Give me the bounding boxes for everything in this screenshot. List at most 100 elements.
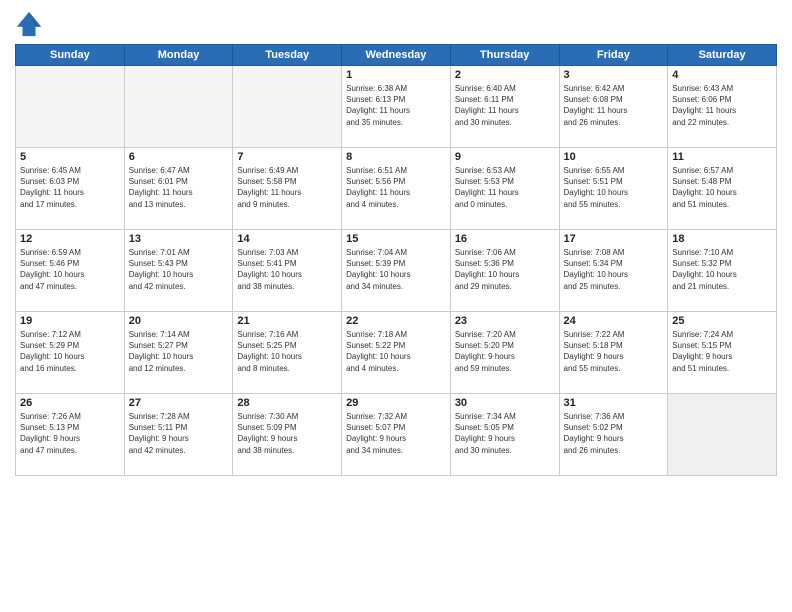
day-info: Sunrise: 6:38 AM Sunset: 6:13 PM Dayligh… [346,83,446,128]
calendar-cell: 28 Sunrise: 7:30 AM Sunset: 5:09 PM Dayli… [233,394,342,476]
calendar-cell: 13 Sunrise: 7:01 AM Sunset: 5:43 PM Dayli… [124,230,233,312]
day-number: 22 [346,315,446,327]
day-info: Sunrise: 6:47 AM Sunset: 6:01 PM Dayligh… [129,165,229,210]
col-header-thursday: Thursday [450,45,559,66]
day-number: 23 [455,315,555,327]
col-header-tuesday: Tuesday [233,45,342,66]
col-header-wednesday: Wednesday [342,45,451,66]
day-number: 10 [564,151,664,163]
day-number: 14 [237,233,337,245]
calendar-cell: 3Sunrise: 6:42 AM Sunset: 6:08 PM Daylig… [559,66,668,148]
day-info: Sunrise: 7:36 AM Sunset: 5:02 PM Dayligh… [564,411,664,456]
day-info: Sunrise: 7:28 AM Sunset: 5:11 PM Dayligh… [129,411,229,456]
day-number: 19 [20,315,120,327]
day-number: 1 [346,69,446,81]
logo-icon [15,10,43,38]
header-row: SundayMondayTuesdayWednesdayThursdayFrid… [16,45,777,66]
calendar-cell [124,66,233,148]
day-number: 27 [129,397,229,409]
day-number: 8 [346,151,446,163]
calendar-cell: 14 Sunrise: 7:03 AM Sunset: 5:41 PM Dayli… [233,230,342,312]
calendar-cell: 19 Sunrise: 7:12 AM Sunset: 5:29 PM Dayli… [16,312,125,394]
day-info: Sunrise: 6:53 AM Sunset: 5:53 PM Dayligh… [455,165,555,210]
day-info: Sunrise: 6:43 AM Sunset: 6:06 PM Dayligh… [672,83,772,128]
calendar-cell: 4 Sunrise: 6:43 AM Sunset: 6:06 PM Daylig… [668,66,777,148]
calendar-cell: 23 Sunrise: 7:20 AM Sunset: 5:20 PM Dayli… [450,312,559,394]
week-row-5: 26 Sunrise: 7:26 AM Sunset: 5:13 PM Dayli… [16,394,777,476]
day-info: Sunrise: 6:51 AM Sunset: 5:56 PM Dayligh… [346,165,446,210]
day-number: 31 [564,397,664,409]
calendar-cell: 1 Sunrise: 6:38 AM Sunset: 6:13 PM Daylig… [342,66,451,148]
calendar-cell: 30 Sunrise: 7:34 AM Sunset: 5:05 PM Dayli… [450,394,559,476]
day-info: Sunrise: 7:14 AM Sunset: 5:27 PM Dayligh… [129,329,229,374]
day-number: 4 [672,69,772,81]
day-info: Sunrise: 6:55 AM Sunset: 5:51 PM Dayligh… [564,165,664,210]
calendar-cell: 29 Sunrise: 7:32 AM Sunset: 5:07 PM Dayli… [342,394,451,476]
day-info: Sunrise: 7:26 AM Sunset: 5:13 PM Dayligh… [20,411,120,456]
day-number: 11 [672,151,772,163]
day-info: Sunrise: 7:01 AM Sunset: 5:43 PM Dayligh… [129,247,229,292]
calendar-cell: 18 Sunrise: 7:10 AM Sunset: 5:32 PM Dayli… [668,230,777,312]
week-row-2: 5 Sunrise: 6:45 AM Sunset: 6:03 PM Daylig… [16,148,777,230]
day-info: Sunrise: 7:22 AM Sunset: 5:18 PM Dayligh… [564,329,664,374]
day-number: 16 [455,233,555,245]
day-number: 25 [672,315,772,327]
calendar-cell: 15Sunrise: 7:04 AM Sunset: 5:39 PM Dayli… [342,230,451,312]
calendar-cell: 24 Sunrise: 7:22 AM Sunset: 5:18 PM Dayli… [559,312,668,394]
calendar-cell: 27 Sunrise: 7:28 AM Sunset: 5:11 PM Dayli… [124,394,233,476]
day-info: Sunrise: 7:12 AM Sunset: 5:29 PM Dayligh… [20,329,120,374]
calendar-cell: 9 Sunrise: 6:53 AM Sunset: 5:53 PM Daylig… [450,148,559,230]
calendar-cell: 2Sunrise: 6:40 AM Sunset: 6:11 PM Daylig… [450,66,559,148]
calendar-cell: 7Sunrise: 6:49 AM Sunset: 5:58 PM Daylig… [233,148,342,230]
day-info: Sunrise: 7:24 AM Sunset: 5:15 PM Dayligh… [672,329,772,374]
day-number: 12 [20,233,120,245]
calendar-cell: 21 Sunrise: 7:16 AM Sunset: 5:25 PM Dayli… [233,312,342,394]
calendar-cell: 16 Sunrise: 7:06 AM Sunset: 5:36 PM Dayli… [450,230,559,312]
day-number: 5 [20,151,120,163]
day-number: 9 [455,151,555,163]
week-row-1: 1 Sunrise: 6:38 AM Sunset: 6:13 PM Daylig… [16,66,777,148]
calendar-cell: 10 Sunrise: 6:55 AM Sunset: 5:51 PM Dayli… [559,148,668,230]
calendar-cell: 26 Sunrise: 7:26 AM Sunset: 5:13 PM Dayli… [16,394,125,476]
day-number: 18 [672,233,772,245]
calendar-cell: 5 Sunrise: 6:45 AM Sunset: 6:03 PM Daylig… [16,148,125,230]
col-header-saturday: Saturday [668,45,777,66]
day-info: Sunrise: 6:59 AM Sunset: 5:46 PM Dayligh… [20,247,120,292]
day-number: 28 [237,397,337,409]
day-number: 24 [564,315,664,327]
day-info: Sunrise: 7:30 AM Sunset: 5:09 PM Dayligh… [237,411,337,456]
logo [15,10,47,38]
day-info: Sunrise: 7:06 AM Sunset: 5:36 PM Dayligh… [455,247,555,292]
day-number: 17 [564,233,664,245]
calendar-cell: 17 Sunrise: 7:08 AM Sunset: 5:34 PM Dayli… [559,230,668,312]
day-info: Sunrise: 7:03 AM Sunset: 5:41 PM Dayligh… [237,247,337,292]
day-info: Sunrise: 7:20 AM Sunset: 5:20 PM Dayligh… [455,329,555,374]
header [15,10,777,38]
day-info: Sunrise: 7:16 AM Sunset: 5:25 PM Dayligh… [237,329,337,374]
day-number: 3 [564,69,664,81]
week-row-4: 19 Sunrise: 7:12 AM Sunset: 5:29 PM Dayli… [16,312,777,394]
day-number: 21 [237,315,337,327]
col-header-sunday: Sunday [16,45,125,66]
day-number: 30 [455,397,555,409]
day-info: Sunrise: 7:34 AM Sunset: 5:05 PM Dayligh… [455,411,555,456]
day-info: Sunrise: 6:40 AM Sunset: 6:11 PM Dayligh… [455,83,555,128]
day-info: Sunrise: 7:10 AM Sunset: 5:32 PM Dayligh… [672,247,772,292]
calendar-cell: 25 Sunrise: 7:24 AM Sunset: 5:15 PM Dayli… [668,312,777,394]
day-number: 26 [20,397,120,409]
day-info: Sunrise: 6:57 AM Sunset: 5:48 PM Dayligh… [672,165,772,210]
page: SundayMondayTuesdayWednesdayThursdayFrid… [0,0,792,612]
calendar-cell [16,66,125,148]
calendar-cell: 12 Sunrise: 6:59 AM Sunset: 5:46 PM Dayli… [16,230,125,312]
day-number: 29 [346,397,446,409]
day-info: Sunrise: 6:45 AM Sunset: 6:03 PM Dayligh… [20,165,120,210]
col-header-friday: Friday [559,45,668,66]
calendar-cell: 8 Sunrise: 6:51 AM Sunset: 5:56 PM Daylig… [342,148,451,230]
day-info: Sunrise: 6:49 AM Sunset: 5:58 PM Dayligh… [237,165,337,210]
day-info: Sunrise: 7:32 AM Sunset: 5:07 PM Dayligh… [346,411,446,456]
calendar-cell: 11 Sunrise: 6:57 AM Sunset: 5:48 PM Dayli… [668,148,777,230]
calendar-cell [233,66,342,148]
day-number: 20 [129,315,229,327]
day-number: 13 [129,233,229,245]
day-info: Sunrise: 7:08 AM Sunset: 5:34 PM Dayligh… [564,247,664,292]
